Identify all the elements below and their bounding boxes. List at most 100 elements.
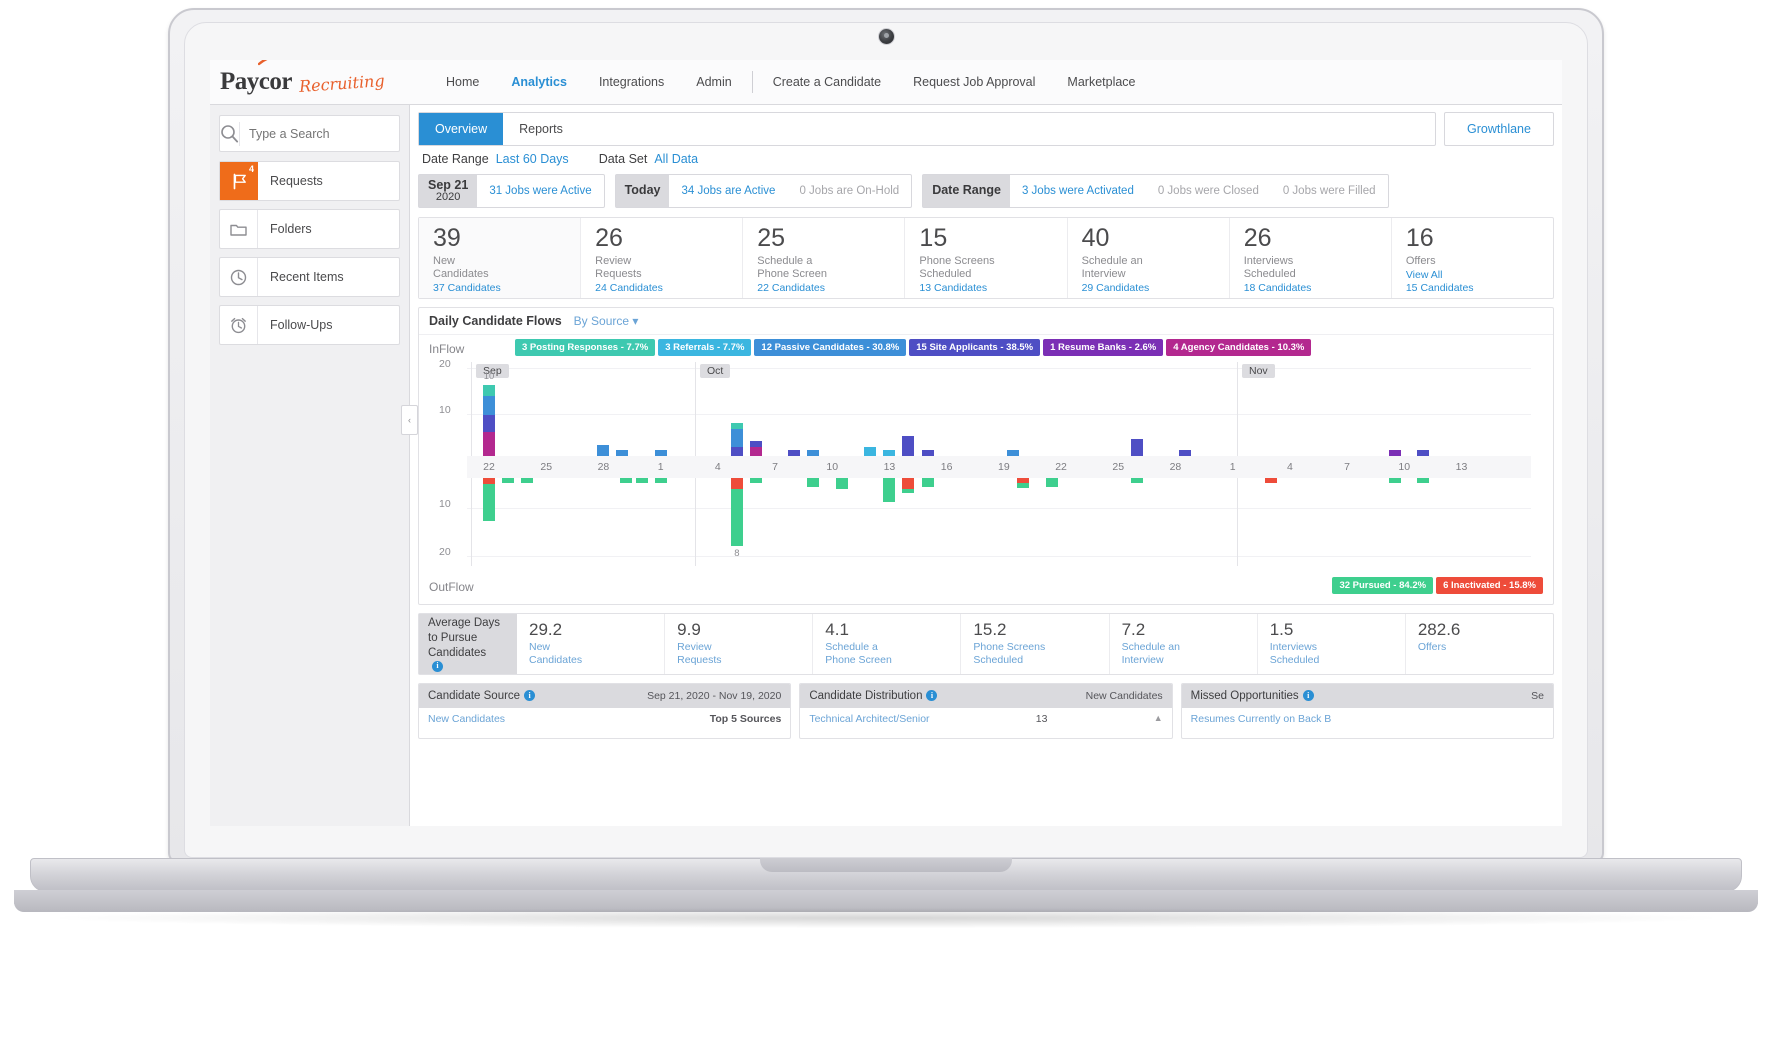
inflow-bar-segment[interactable] xyxy=(902,436,915,456)
panel-body-left[interactable]: New Candidates xyxy=(428,713,505,725)
legend-chip-outflow-1[interactable]: 6 Inactivated - 15.8% xyxy=(1436,577,1543,594)
outflow-bar-segment[interactable] xyxy=(502,478,515,483)
outflow-bar-segment[interactable] xyxy=(620,478,633,483)
nav-item-create-a-candidate[interactable]: Create a Candidate xyxy=(757,60,897,105)
nav-item-marketplace[interactable]: Marketplace xyxy=(1051,60,1151,105)
inflow-bar-segment[interactable] xyxy=(1417,449,1430,456)
kpi-schedule-a-phone-screen[interactable]: 25 Schedule a Phone Screen 22 Candidates xyxy=(743,218,906,298)
kpi-sub-link[interactable]: 22 Candidates xyxy=(757,282,904,294)
data-set-value[interactable]: All Data xyxy=(654,152,698,166)
nav-item-request-job-approval[interactable]: Request Job Approval xyxy=(897,60,1051,105)
inflow-bar-segment[interactable] xyxy=(483,385,495,397)
nav-item-admin[interactable]: Admin xyxy=(680,60,747,105)
outflow-bar-segment[interactable] xyxy=(521,478,534,483)
inflow-bar-segment[interactable] xyxy=(730,422,743,429)
chart-groupby-dropdown[interactable]: By Source ▾ xyxy=(574,314,639,328)
inflow-bar-segment[interactable] xyxy=(807,449,820,456)
avg-caption[interactable]: Schedule a Phone Screen xyxy=(825,641,960,667)
sidebar-item-folders[interactable]: Folders xyxy=(219,209,400,249)
avg-caption[interactable]: Interviews Scheduled xyxy=(1270,641,1405,667)
legend-chip-inflow-1[interactable]: 3 Referrals - 7.7% xyxy=(658,339,752,356)
kpi-sub-link[interactable]: 15 Candidates xyxy=(1406,282,1553,294)
inflow-bar-segment[interactable] xyxy=(597,444,610,456)
nav-item-integrations[interactable]: Integrations xyxy=(583,60,680,105)
inflow-bar-segment[interactable] xyxy=(654,449,667,456)
outflow-bar-segment[interactable] xyxy=(1131,478,1144,483)
outflow-bar-segment[interactable] xyxy=(635,478,648,483)
search-box[interactable] xyxy=(219,115,410,152)
legend-chip-outflow-0[interactable]: 32 Pursued - 84.2% xyxy=(1332,577,1434,594)
inflow-bar-segment[interactable] xyxy=(730,429,743,448)
legend-chip-inflow-3[interactable]: 15 Site Applicants - 38.5% xyxy=(909,339,1041,356)
outflow-bar-segment[interactable] xyxy=(1388,478,1401,483)
brand-logo[interactable]: Paycor Recruiting xyxy=(210,60,430,96)
nav-item-home[interactable]: Home xyxy=(430,60,495,105)
avg-caption[interactable]: Offers xyxy=(1418,641,1553,654)
outflow-bar-segment[interactable] xyxy=(1016,482,1029,488)
kpi-offers[interactable]: 16 Offers View All 15 Candidates xyxy=(1392,218,1553,298)
outflow-bar-segment[interactable] xyxy=(835,478,848,490)
growthlane-button[interactable]: Growthlane xyxy=(1444,112,1554,146)
avg-caption[interactable]: Schedule an Interview xyxy=(1122,641,1257,667)
sidebar-item-follow-ups[interactable]: Follow-Ups xyxy=(219,305,400,345)
inflow-bar-segment[interactable] xyxy=(921,449,934,456)
outflow-bar-segment[interactable] xyxy=(730,502,743,546)
kpi-phone-screens-scheduled[interactable]: 15 Phone Screens Scheduled 13 Candidates xyxy=(905,218,1068,298)
legend-chip-inflow-2[interactable]: 12 Passive Candidates - 30.8% xyxy=(754,339,907,356)
date-range-value[interactable]: Last 60 Days xyxy=(496,152,569,166)
tab-overview[interactable]: Overview xyxy=(419,113,504,145)
avg-caption[interactable]: Phone Screens Scheduled xyxy=(973,641,1108,667)
kpi-sub-link[interactable]: 29 Candidates xyxy=(1082,282,1229,294)
kpi-new-candidates[interactable]: 39 New Candidates 37 Candidates xyxy=(419,218,582,298)
legend-chip-inflow-4[interactable]: 1 Resume Banks - 2.6% xyxy=(1043,339,1164,356)
outflow-bar-segment[interactable] xyxy=(902,478,915,490)
panel-body-left[interactable]: Resumes Currently on Back B xyxy=(1191,713,1332,725)
outflow-bar-segment[interactable] xyxy=(921,478,934,488)
sidebar-item-recent-items[interactable]: Recent Items xyxy=(219,257,400,297)
panel-body-left[interactable]: Technical Architect/Senior xyxy=(809,713,929,725)
inflow-bar-segment[interactable] xyxy=(788,449,801,456)
outflow-bar-segment[interactable] xyxy=(807,478,820,488)
inflow-bar-segment[interactable] xyxy=(1178,449,1191,456)
inflow-bar-segment[interactable] xyxy=(616,449,629,456)
sidebar-item-requests[interactable]: 4 Requests xyxy=(219,161,400,201)
legend-chip-inflow-0[interactable]: 3 Posting Responses - 7.7% xyxy=(515,339,656,356)
search-input[interactable] xyxy=(239,121,410,146)
kpi-interviews-scheduled[interactable]: 26 Interviews Scheduled 18 Candidates xyxy=(1230,218,1392,298)
info-icon[interactable]: i xyxy=(1302,690,1314,702)
info-icon[interactable]: i xyxy=(926,690,938,702)
inflow-bar-segment[interactable] xyxy=(1131,438,1144,456)
sidebar-collapse-button[interactable]: ‹ xyxy=(401,405,418,435)
inflow-bar-segment[interactable] xyxy=(1388,449,1401,456)
inflow-bar-segment[interactable] xyxy=(483,414,495,432)
outflow-bar-segment[interactable] xyxy=(1264,478,1277,483)
inflow-bar-segment[interactable] xyxy=(864,446,877,456)
inflow-bar-segment[interactable] xyxy=(1007,449,1020,456)
outflow-bar-segment[interactable] xyxy=(1045,478,1058,488)
inflow-bar-segment[interactable] xyxy=(730,447,743,456)
tab-reports[interactable]: Reports xyxy=(503,113,579,145)
info-icon[interactable]: i xyxy=(432,660,443,672)
outflow-bar-segment[interactable] xyxy=(1417,478,1430,483)
outflow-bar-segment[interactable] xyxy=(749,478,762,483)
kpi-view-all-link[interactable]: View All xyxy=(1406,269,1553,281)
kpi-sub-link[interactable]: 24 Candidates xyxy=(595,282,742,294)
inflow-bar-segment[interactable] xyxy=(483,431,495,456)
kpi-review-requests[interactable]: 26 Review Requests 24 Candidates xyxy=(581,218,744,298)
scroll-up-icon[interactable]: ▲ xyxy=(1154,713,1163,725)
inflow-bar-segment[interactable] xyxy=(883,449,896,456)
inflow-bar-segment[interactable] xyxy=(749,447,762,456)
outflow-bar-segment[interactable] xyxy=(902,489,915,493)
avg-caption[interactable]: Review Requests xyxy=(677,641,812,667)
status-value[interactable]: 34 Jobs are Active xyxy=(669,185,787,197)
nav-item-analytics[interactable]: Analytics xyxy=(495,60,583,105)
kpi-sub-link[interactable]: 18 Candidates xyxy=(1244,282,1391,294)
avg-caption[interactable]: New Candidates xyxy=(529,641,664,667)
outflow-bar-segment[interactable] xyxy=(483,484,495,521)
info-icon[interactable]: i xyxy=(524,690,536,702)
outflow-bar-segment[interactable] xyxy=(654,478,667,483)
kpi-schedule-an-interview[interactable]: 40 Schedule an Interview 29 Candidates xyxy=(1068,218,1230,298)
inflow-bar-segment[interactable] xyxy=(749,441,762,448)
status-value[interactable]: 31 Jobs were Active xyxy=(477,185,603,197)
kpi-sub-link[interactable]: 37 Candidates xyxy=(433,282,580,294)
